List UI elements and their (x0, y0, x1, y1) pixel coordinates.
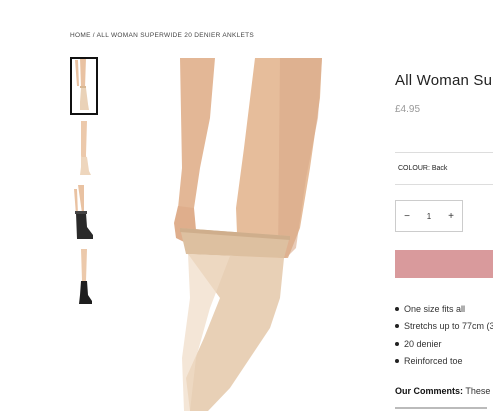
thumbnail-1-image (75, 58, 89, 110)
add-to-cart-button[interactable] (395, 250, 493, 278)
comments-text: These ank (465, 386, 493, 396)
feature-text: One size fits all (404, 303, 466, 314)
product-photo-leg (174, 58, 322, 411)
list-item: Stretchs up to 77cm (30 (395, 318, 493, 336)
thumbnail-3-image (74, 185, 93, 239)
product-title: All Woman Super (395, 72, 493, 89)
breadcrumb-home-link[interactable]: HOME (70, 32, 91, 39)
list-item: Reinforced toe (395, 353, 493, 371)
quantity-decrease-button[interactable]: − (396, 211, 418, 222)
list-item: 20 denier (395, 335, 493, 353)
feature-text: 20 denier (404, 338, 442, 349)
colour-label: COLOUR: Back (398, 165, 448, 172)
quantity-input[interactable] (418, 201, 440, 231)
thumbnail-4-image (79, 249, 92, 304)
thumbnail-3[interactable] (71, 185, 97, 241)
product-price: £4.95 (395, 104, 421, 115)
divider (395, 152, 493, 153)
quantity-increase-button[interactable]: + (440, 211, 462, 222)
breadcrumb-current: ALL WOMAN SUPERWIDE 20 DENIER ANKLETS (96, 32, 255, 39)
list-item: One size fits all (395, 300, 493, 318)
thumbnail-4[interactable] (71, 249, 97, 305)
comments-text-overflow (395, 405, 493, 411)
thumbnail-1[interactable] (70, 57, 98, 115)
thumbnail-2-image (80, 121, 91, 175)
quantity-stepper: − + (395, 200, 463, 232)
bullet-icon (395, 324, 399, 329)
bullet-icon (395, 306, 399, 311)
thumbnail-2[interactable] (71, 121, 97, 177)
comments-section: Our Comments: These ank (395, 386, 493, 396)
bullet-icon (395, 359, 399, 364)
divider (395, 184, 493, 185)
main-product-image[interactable] (160, 58, 330, 411)
feature-text: Stretchs up to 77cm (30 (404, 321, 493, 332)
feature-text: Reinforced toe (404, 356, 463, 367)
breadcrumb: HOME / ALL WOMAN SUPERWIDE 20 DENIER ANK… (70, 32, 254, 39)
comments-heading: Our Comments: (395, 386, 464, 396)
bullet-icon (395, 341, 399, 346)
feature-list: One size fits all Stretchs up to 77cm (3… (395, 300, 493, 370)
